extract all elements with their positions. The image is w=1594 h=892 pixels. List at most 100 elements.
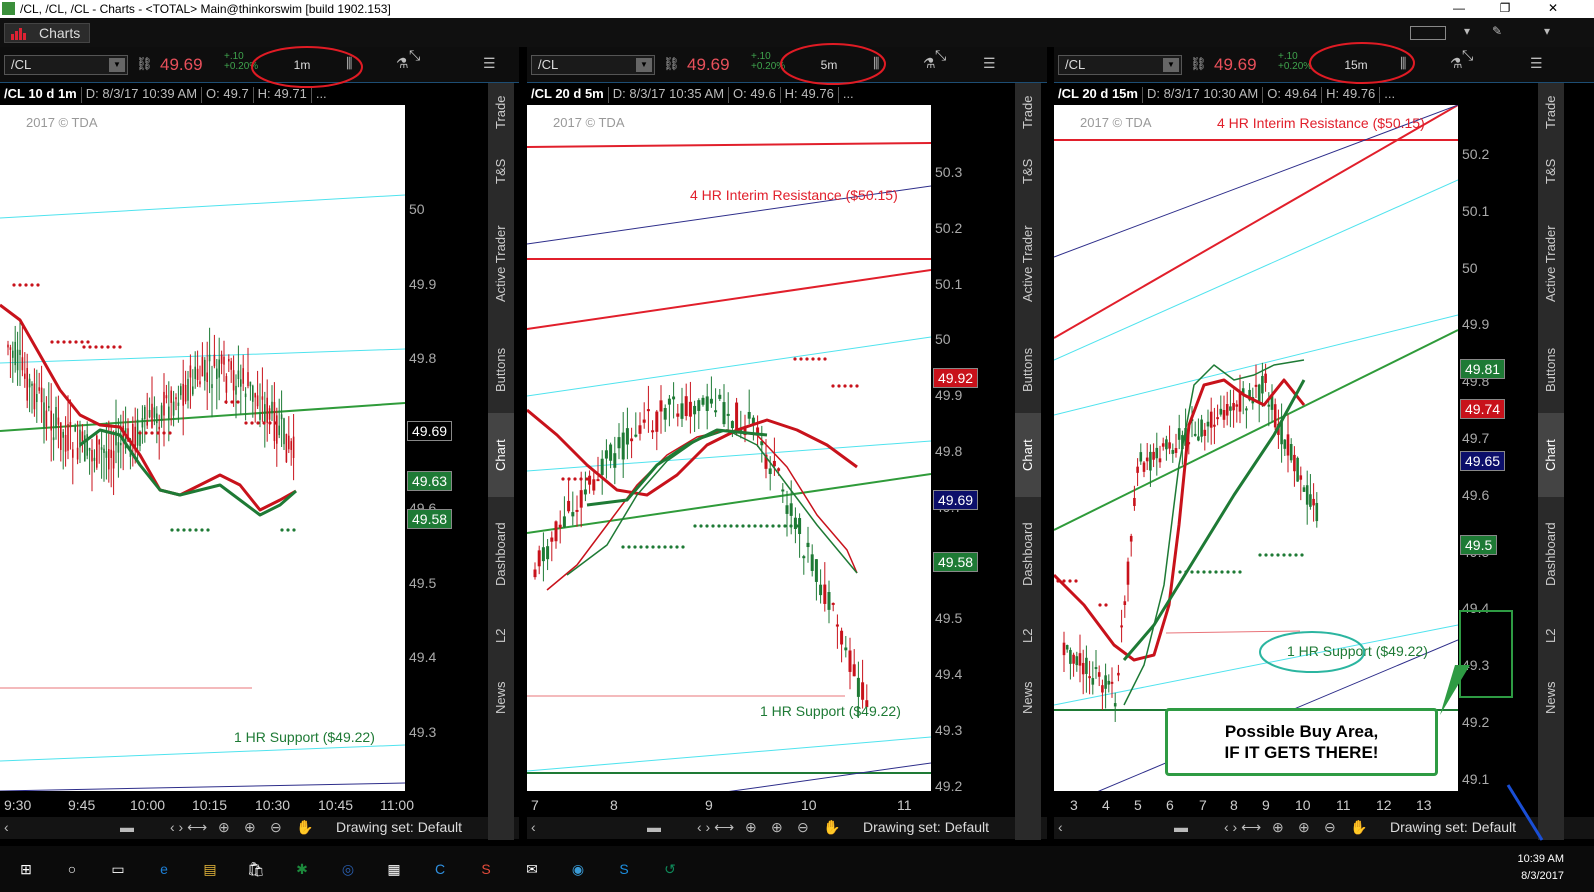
pan-hand-icon[interactable]: ✋: [296, 819, 313, 836]
time-axis[interactable]: 7 8 9 10 11: [527, 791, 989, 817]
candle-style-icon[interactable]: ⫼: [346, 55, 352, 72]
store-icon[interactable]: 🛍: [242, 855, 270, 883]
side-tab-dashboard[interactable]: Dashboard: [1538, 499, 1564, 609]
side-tab-buttons[interactable]: Buttons: [1015, 329, 1041, 411]
mail-icon[interactable]: ✉: [518, 855, 546, 883]
link-icon[interactable]: ⛓: [663, 56, 680, 72]
price-axis[interactable]: 50.250.15049.949.849.749.649.549.449.349…: [1458, 105, 1518, 791]
zoom-arrows-icon[interactable]: ‹ › ⟷: [1224, 819, 1261, 836]
drawing-set-label[interactable]: Drawing set: Default: [863, 819, 989, 835]
calculator-icon[interactable]: ▦: [380, 855, 408, 883]
task-view-icon[interactable]: ▭: [104, 855, 132, 883]
side-tab-active-trader[interactable]: Active Trader: [1538, 201, 1564, 327]
symbol-selector[interactable]: /CL ▼: [4, 55, 128, 75]
side-tab-t-s[interactable]: T&S: [1015, 143, 1041, 199]
price-plot[interactable]: 2017 © TDA 4 HR Interim Resistance ($50.1…: [527, 105, 931, 791]
cursor-toggle-icon[interactable]: ⤡: [409, 47, 433, 69]
symbol-selector[interactable]: /CL ▼: [531, 55, 655, 75]
side-tab-news[interactable]: News: [1015, 663, 1041, 733]
candle-style-icon[interactable]: ⫼: [873, 55, 879, 72]
price-plot[interactable]: 2017 © TDA 1 HR Support ($49.22): [0, 105, 405, 791]
studies-flask-icon[interactable]: ⚗: [1450, 55, 1463, 72]
app-icon-2[interactable]: C: [426, 855, 454, 883]
chevron-down-icon[interactable]: ▼: [1163, 58, 1179, 72]
zoom-in-icon[interactable]: ⊕: [1298, 819, 1310, 836]
side-tab-dashboard[interactable]: Dashboard: [1015, 499, 1041, 609]
studies-flask-icon[interactable]: ⚗: [396, 55, 409, 72]
side-tab-buttons[interactable]: Buttons: [1538, 329, 1564, 411]
drawing-set-label[interactable]: Drawing set: Default: [336, 819, 462, 835]
side-tab-t-s[interactable]: T&S: [488, 143, 514, 199]
pan-hand-icon[interactable]: ✋: [1350, 819, 1367, 836]
panel-menu-icon[interactable]: ☰: [1530, 55, 1543, 72]
timeframe-button[interactable]: 15m: [1330, 56, 1382, 74]
cursor-toggle-icon[interactable]: ⤡: [935, 47, 959, 69]
app-icon-3[interactable]: S: [472, 855, 500, 883]
side-tab-chart[interactable]: Chart: [1015, 413, 1041, 497]
zoom-out-icon[interactable]: ⊖: [1324, 819, 1336, 836]
crosshair-icon[interactable]: ⊕: [1272, 819, 1284, 836]
file-explorer-icon[interactable]: ▤: [196, 855, 224, 883]
studies-flask-icon[interactable]: ⚗: [923, 55, 936, 72]
side-tab-active-trader[interactable]: Active Trader: [488, 201, 514, 327]
scrollbar-thumb[interactable]: ▬: [120, 819, 134, 835]
scrollbar-thumb[interactable]: ▬: [647, 819, 661, 835]
chrome-icon[interactable]: ◉: [564, 855, 592, 883]
side-tab-news[interactable]: News: [1538, 663, 1564, 733]
side-tab-trade[interactable]: Trade: [488, 83, 514, 141]
start-icon[interactable]: ⊞: [12, 855, 40, 883]
maximize-button[interactable]: ❐: [1482, 0, 1528, 18]
side-tab-news[interactable]: News: [488, 663, 514, 733]
skype-icon[interactable]: S: [610, 855, 638, 883]
price-axis[interactable]: 50.350.250.15049.949.849.749.649.549.449…: [931, 105, 989, 794]
timeframe-button[interactable]: 5m: [803, 56, 855, 74]
zoom-out-icon[interactable]: ⊖: [270, 819, 282, 836]
pin-icon[interactable]: ▾: [1460, 24, 1474, 42]
minimize-button[interactable]: —: [1436, 0, 1482, 18]
scroll-left-icon[interactable]: ‹: [4, 819, 9, 835]
side-tab-buttons[interactable]: Buttons: [488, 329, 514, 411]
pan-hand-icon[interactable]: ✋: [823, 819, 840, 836]
edge-icon[interactable]: e: [150, 855, 178, 883]
side-tab-chart[interactable]: Chart: [1538, 413, 1564, 497]
scroll-left-icon[interactable]: ‹: [1058, 819, 1063, 835]
crosshair-icon[interactable]: ⊕: [745, 819, 757, 836]
zoom-in-icon[interactable]: ⊕: [771, 819, 783, 836]
time-axis[interactable]: 3 4 5 6 7 8 9 10 11 12 13: [1054, 791, 1518, 817]
side-tab-t-s[interactable]: T&S: [1538, 143, 1564, 199]
panel-menu-icon[interactable]: ☰: [483, 55, 496, 72]
price-plot[interactable]: 2017 © TDA 4 HR Interim Resistance ($50.1…: [1054, 105, 1458, 791]
cursor-toggle-icon[interactable]: ⤡: [1462, 47, 1486, 69]
close-button[interactable]: ✕: [1530, 0, 1576, 18]
zoom-in-icon[interactable]: ⊕: [244, 819, 256, 836]
side-tab-trade[interactable]: Trade: [1538, 83, 1564, 141]
chevron-down-icon[interactable]: ▼: [636, 58, 652, 72]
chevron-down-icon[interactable]: ▼: [109, 58, 125, 72]
app-icon[interactable]: ◎: [334, 855, 362, 883]
side-tab-chart[interactable]: Chart: [488, 413, 514, 497]
pin-toggle-icon[interactable]: ✎: [1490, 24, 1504, 42]
timeframe-button[interactable]: 1m: [276, 56, 328, 74]
zoom-arrows-icon[interactable]: ‹ › ⟷: [697, 819, 734, 836]
search-icon[interactable]: ○: [58, 855, 86, 883]
side-tab-active-trader[interactable]: Active Trader: [1015, 201, 1041, 327]
price-axis[interactable]: 5049.949.849.749.649.549.449.349.249.694…: [405, 105, 480, 815]
side-tab-l2[interactable]: L2: [1015, 611, 1041, 661]
system-clock[interactable]: 10:39 AM 8/3/2017: [1518, 851, 1564, 885]
thinkorswim-icon[interactable]: ✱: [288, 855, 316, 883]
side-tab-dashboard[interactable]: Dashboard: [488, 499, 514, 609]
time-axis[interactable]: 9:30 9:45 10:00 10:15 10:30 10:45 11:00: [0, 791, 480, 817]
link-icon[interactable]: ⛓: [136, 56, 153, 72]
crosshair-icon[interactable]: ⊕: [218, 819, 230, 836]
panel-menu-icon[interactable]: ☰: [983, 55, 996, 72]
drawing-set-label[interactable]: Drawing set: Default: [1390, 819, 1516, 835]
link-icon[interactable]: ⛓: [1190, 56, 1207, 72]
symbol-selector[interactable]: /CL ▼: [1058, 55, 1182, 75]
charts-menu-button[interactable]: Charts: [4, 23, 90, 43]
layout-icon[interactable]: [1410, 26, 1446, 40]
side-tab-l2[interactable]: L2: [488, 611, 514, 661]
zoom-arrows-icon[interactable]: ‹ › ⟷: [170, 819, 207, 836]
app-icon-4[interactable]: ↺: [656, 855, 684, 883]
candle-style-icon[interactable]: ⫼: [1400, 55, 1406, 72]
zoom-out-icon[interactable]: ⊖: [797, 819, 809, 836]
